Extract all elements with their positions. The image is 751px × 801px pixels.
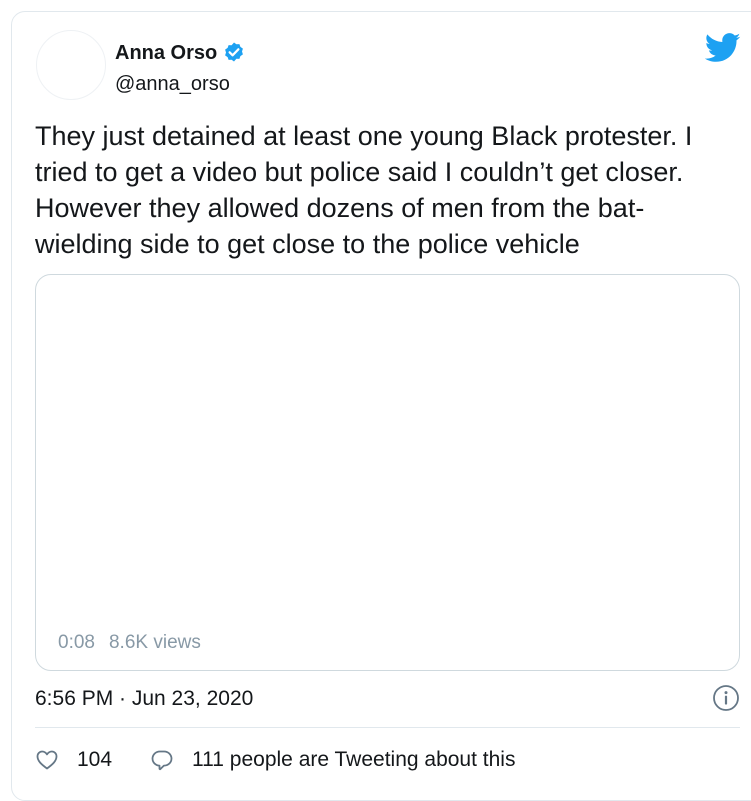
divider [35,727,740,728]
reply-action[interactable]: 111 people are Tweeting about this [150,748,515,772]
tweet-card: Anna Orso @anna_orso They just detained … [11,11,751,801]
display-name[interactable]: Anna Orso [115,39,217,67]
tweeting-about-text[interactable]: 111 people are Tweeting about this [192,748,515,772]
like-action[interactable]: 104 [35,748,112,772]
video-duration: 0:08 [58,632,95,653]
video-player[interactable]: 0:08 8.6K views [35,274,740,671]
speech-bubble-icon[interactable] [150,748,174,772]
tweet-timestamp[interactable]: 6:56 PM · Jun 23, 2020 [35,687,253,710]
heart-icon[interactable] [35,748,59,772]
user-handle[interactable]: @anna_orso [115,71,246,97]
name-row: Anna Orso [115,39,246,67]
info-icon[interactable] [712,684,740,712]
timestamp-row: 6:56 PM · Jun 23, 2020 [35,684,740,714]
video-meta: 0:08 8.6K views [58,632,201,654]
like-count: 104 [77,748,113,771]
actions-row: 104 111 people are Tweeting about this [35,745,515,775]
video-views: 8.6K views [108,632,201,653]
avatar[interactable] [36,30,106,100]
verified-badge-icon [225,42,244,62]
tweet-text: They just detained at least one young Bl… [35,121,693,259]
twitter-bird-icon[interactable] [705,33,741,63]
user-block: Anna Orso @anna_orso [115,39,246,97]
